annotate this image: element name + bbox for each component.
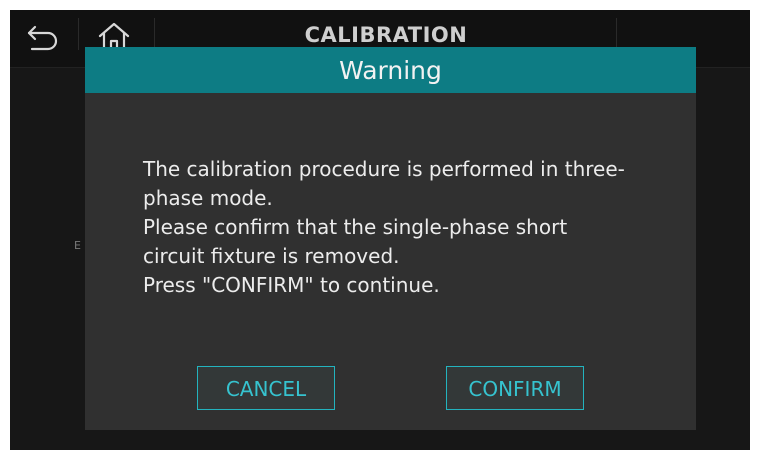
back-arrow-icon[interactable] xyxy=(26,22,62,52)
message-line: Press "CONFIRM" to continue. xyxy=(143,273,440,297)
background-label: E xyxy=(74,239,81,252)
topbar-divider xyxy=(616,18,617,50)
device-screen: CALIBRATION E Warning The calibration pr… xyxy=(10,10,750,450)
message-line: Please confirm that the single-phase sho… xyxy=(143,215,568,239)
message-line: phase mode. xyxy=(143,186,273,210)
topbar-divider xyxy=(154,18,155,50)
topbar-divider xyxy=(78,18,79,50)
message-line: circuit fixture is removed. xyxy=(143,244,400,268)
cancel-button[interactable]: CANCEL xyxy=(197,366,335,410)
message-line: The calibration procedure is performed i… xyxy=(143,157,625,181)
page-title: CALIBRATION xyxy=(304,23,468,47)
confirm-button[interactable]: CONFIRM xyxy=(446,366,584,410)
dialog-title: Warning xyxy=(339,56,442,85)
dialog-message: The calibration procedure is performed i… xyxy=(143,155,663,300)
warning-dialog: Warning The calibration procedure is per… xyxy=(85,47,696,430)
dialog-header: Warning xyxy=(85,47,696,93)
